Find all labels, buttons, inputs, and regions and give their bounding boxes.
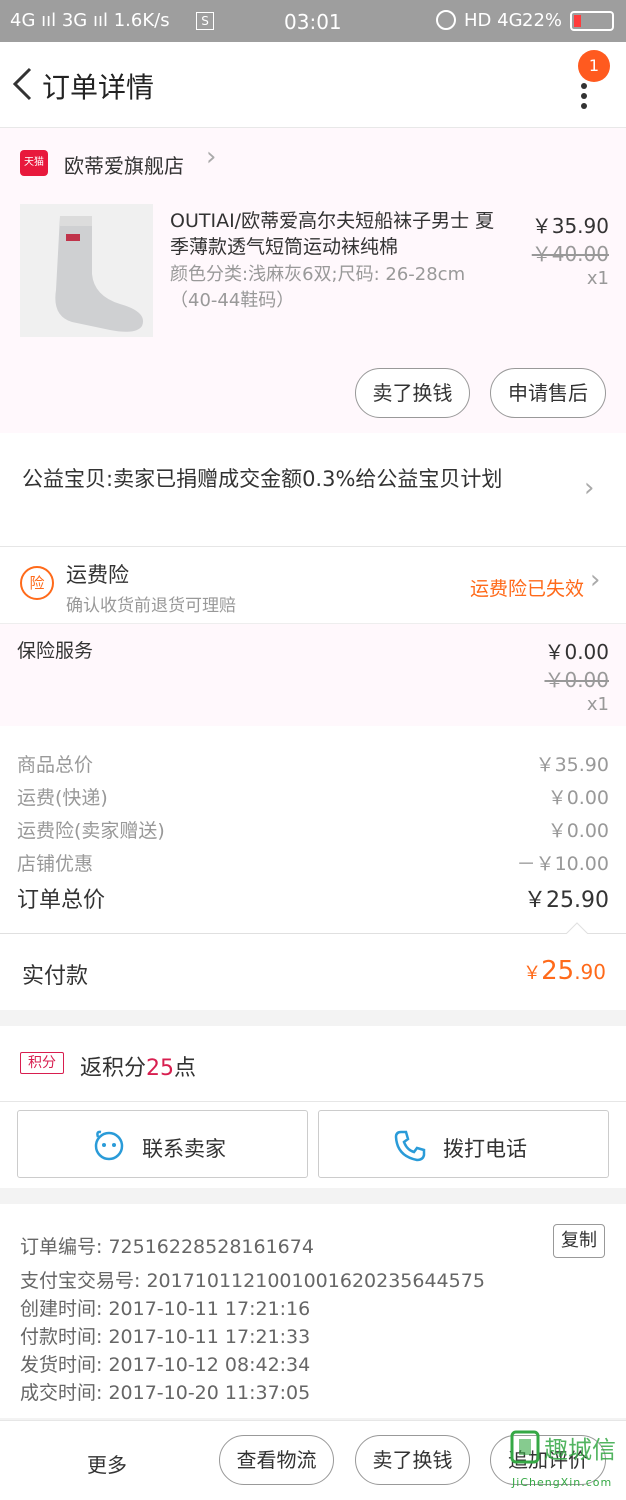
freight-insurance-title: 运费险: [66, 563, 129, 587]
alarm-icon: [436, 10, 456, 30]
charity-text: 公益宝贝:卖家已捐赠成交金额0.3%给公益宝贝计划: [22, 467, 503, 491]
shop-name[interactable]: 欧蒂爱旗舰店: [64, 150, 184, 179]
chevron-right-icon: ›: [590, 565, 601, 595]
order-total-label: 订单总价: [17, 888, 106, 913]
freight-insurance-status: 运费险已失效: [469, 578, 584, 600]
shipped-time: 发货时间: 2017-10-12 08:42:34: [20, 1354, 311, 1376]
watermark: 趣城信 JiChengXin.com: [508, 1426, 626, 1496]
points-suffix: 点: [174, 1056, 197, 1081]
paid-integer: 25: [541, 956, 575, 986]
order-number: 订单编号: 72516228528161674: [20, 1236, 314, 1258]
watermark-logo-icon: [510, 1430, 540, 1464]
copy-order-number-button[interactable]: 复制: [553, 1224, 605, 1258]
chevron-right-icon[interactable]: ›: [206, 142, 216, 172]
paid-time: 付款时间: 2017-10-11 17:21:33: [20, 1326, 311, 1348]
battery-icon: [570, 11, 614, 31]
product-original-price: ￥40.00: [531, 242, 609, 266]
product-spec: 颜色分类:浅麻灰6双;尺码: 26-28cm（40-44鞋码）: [170, 264, 466, 311]
s-icon: S: [196, 12, 214, 30]
insurance-service-price: ￥0.00: [544, 640, 609, 664]
more-button[interactable]: 更多: [87, 1449, 127, 1478]
order-total-value: ￥25.90: [524, 888, 609, 913]
status-time: 03:01: [284, 10, 342, 34]
insurance-service-quantity: x1: [586, 694, 609, 715]
chat-face-icon: [94, 1130, 124, 1161]
page-title: 订单详情: [42, 71, 155, 104]
shop-product-section: 天猫 欧蒂爱旗舰店 › OUTIAI/欧蒂爱高尔夫短船袜子男士 夏季薄款透气短筒…: [0, 128, 626, 433]
phone-icon: [394, 1130, 426, 1162]
points-text: 返积分25点: [80, 1050, 196, 1082]
price-breakdown: 商品总价 ￥35.90 运费(快递) ￥0.00 运费险(卖家赠送) ￥0.00…: [0, 726, 626, 934]
view-logistics-button[interactable]: 查看物流: [219, 1435, 334, 1485]
back-arrow-icon[interactable]: [10, 66, 36, 102]
freight-insurance-row[interactable]: 险 运费险 确认收货前退货可理赔 运费险已失效 ›: [0, 547, 626, 624]
contact-buttons: 联系卖家 拨打电话: [0, 1102, 626, 1188]
alipay-trade-number: 支付宝交易号: 2017101121001001620235644575: [20, 1270, 485, 1292]
insurance-service-row: 保险服务 ￥0.00 ￥0.00 x1: [0, 624, 626, 726]
contact-seller-button[interactable]: 联系卖家: [17, 1110, 308, 1178]
store-discount-value: －￥10.00: [516, 853, 609, 875]
freight-insurance-fee-label: 运费险(卖家赠送): [17, 820, 165, 842]
product-image[interactable]: [20, 204, 153, 337]
status-signal-text: 4G ııl 3G ııl 1.6K/s: [10, 10, 170, 31]
pointer-notch-icon: [566, 922, 588, 934]
points-count: 25: [146, 1056, 175, 1081]
sell-for-cash-button[interactable]: 卖了换钱: [355, 368, 470, 418]
completed-time: 成交时间: 2017-10-20 11:37:05: [20, 1382, 311, 1404]
order-info: 订单编号: 72516228528161674 复制 支付宝交易号: 20171…: [0, 1204, 626, 1418]
insurance-service-original-price: ￥0.00: [544, 668, 609, 692]
insurance-icon: 险: [20, 566, 54, 600]
points-row: 积分 返积分25点: [0, 1026, 626, 1102]
paid-amount: ￥25.90: [523, 956, 606, 986]
watermark-url: JiChengXin.com: [512, 1476, 613, 1489]
sock-image: [20, 204, 153, 337]
call-phone-label: 拨打电话: [443, 1137, 527, 1161]
paid-label: 实付款: [22, 964, 89, 989]
subtotal-value: ￥35.90: [535, 754, 609, 776]
points-prefix: 返积分: [80, 1056, 147, 1081]
paid-currency: ￥: [523, 963, 542, 984]
points-tag: 积分: [20, 1052, 64, 1074]
status-bar: 4G ııl 3G ııl 1.6K/s S 03:01 HD 4G 22%: [0, 0, 626, 42]
watermark-text: 趣城信: [544, 1436, 616, 1464]
product-quantity: x1: [586, 268, 609, 289]
subtotal-label: 商品总价: [17, 754, 94, 776]
chevron-right-icon: ›: [584, 473, 595, 503]
nav-bar: 订单详情 1: [0, 42, 626, 128]
sell-for-cash-bottom-button[interactable]: 卖了换钱: [355, 1435, 470, 1485]
battery-percent: 22%: [522, 10, 563, 31]
paid-decimal: .90: [574, 960, 606, 984]
apply-after-sales-button[interactable]: 申请售后: [490, 368, 606, 418]
notification-badge: 1: [578, 50, 610, 82]
insurance-service-label: 保险服务: [17, 640, 94, 662]
product-title[interactable]: OUTIAI/欧蒂爱高尔夫短船袜子男士 夏季薄款透气短筒运动袜纯棉: [170, 208, 510, 260]
shipping-label: 运费(快递): [17, 787, 108, 809]
freight-insurance-subtitle: 确认收货前退货可理赔: [66, 596, 236, 616]
tmall-logo-icon: 天猫: [20, 150, 48, 176]
created-time: 创建时间: 2017-10-11 17:21:16: [20, 1298, 311, 1320]
paid-amount-row: 实付款 ￥25.90: [0, 934, 626, 1010]
product-price: ￥35.90: [531, 214, 609, 238]
contact-seller-label: 联系卖家: [142, 1137, 226, 1161]
store-discount-label: 店铺优惠: [17, 853, 94, 875]
status-network: HD 4G: [464, 10, 523, 31]
charity-row[interactable]: 公益宝贝:卖家已捐赠成交金额0.3%给公益宝贝计划 ›: [0, 433, 626, 547]
shipping-value: ￥0.00: [547, 787, 609, 809]
call-phone-button[interactable]: 拨打电话: [318, 1110, 609, 1178]
freight-insurance-fee-value: ￥0.00: [547, 820, 609, 842]
